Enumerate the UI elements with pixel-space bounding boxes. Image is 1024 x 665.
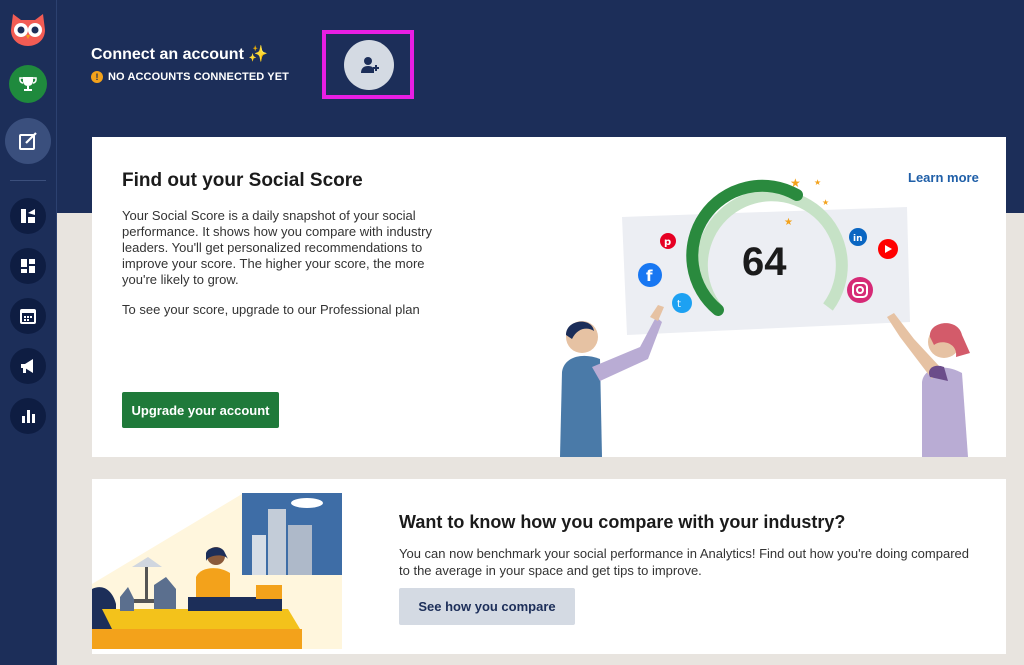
analytics-icon[interactable]	[9, 397, 47, 435]
industry-title: Want to know how you compare with your i…	[399, 512, 846, 532]
social-score-illustration: ★ ★ ★ ★ p f t in	[560, 176, 970, 457]
svg-text:★: ★	[790, 176, 801, 190]
add-account-button[interactable]	[344, 40, 394, 90]
compose-icon[interactable]	[5, 118, 51, 164]
dashboard-icon[interactable]	[9, 247, 47, 285]
owl-logo-icon[interactable]	[7, 8, 49, 48]
social-score-title: Find out your Social Score	[122, 170, 363, 191]
connect-account-title: Connect an account ✨	[91, 46, 269, 63]
svg-text:t: t	[677, 299, 681, 310]
connection-status: ! NO ACCOUNTS CONNECTED YET	[91, 71, 289, 83]
benchmark-illustration	[92, 493, 342, 649]
score-value: 64	[742, 240, 787, 284]
trophy-icon[interactable]	[9, 65, 47, 103]
industry-description: You can now benchmark your social perfor…	[399, 546, 969, 578]
svg-text:★: ★	[822, 198, 829, 207]
svg-text:★: ★	[814, 178, 821, 187]
sidebar-divider	[10, 180, 46, 181]
sidebar	[0, 0, 57, 665]
social-score-card: Find out your Social Score Your Social S…	[92, 137, 1006, 457]
megaphone-icon[interactable]	[9, 347, 47, 385]
upgrade-account-button[interactable]: Upgrade your account	[122, 392, 279, 428]
industry-compare-card: Want to know how you compare with your i…	[92, 479, 1006, 654]
warning-icon: !	[91, 71, 103, 83]
upgrade-note: To see your score, upgrade to our Profes…	[122, 302, 420, 317]
svg-text:★: ★	[784, 217, 793, 228]
svg-text:f: f	[646, 267, 653, 285]
calendar-icon[interactable]	[9, 297, 47, 335]
see-how-you-compare-button[interactable]: See how you compare	[399, 588, 575, 625]
social-score-description: Your Social Score is a daily snapshot of…	[122, 208, 432, 287]
svg-text:p: p	[664, 237, 671, 248]
streams-icon[interactable]	[9, 197, 47, 235]
svg-text:in: in	[853, 234, 863, 244]
connection-status-text: NO ACCOUNTS CONNECTED YET	[108, 71, 289, 83]
add-user-icon	[361, 57, 379, 73]
